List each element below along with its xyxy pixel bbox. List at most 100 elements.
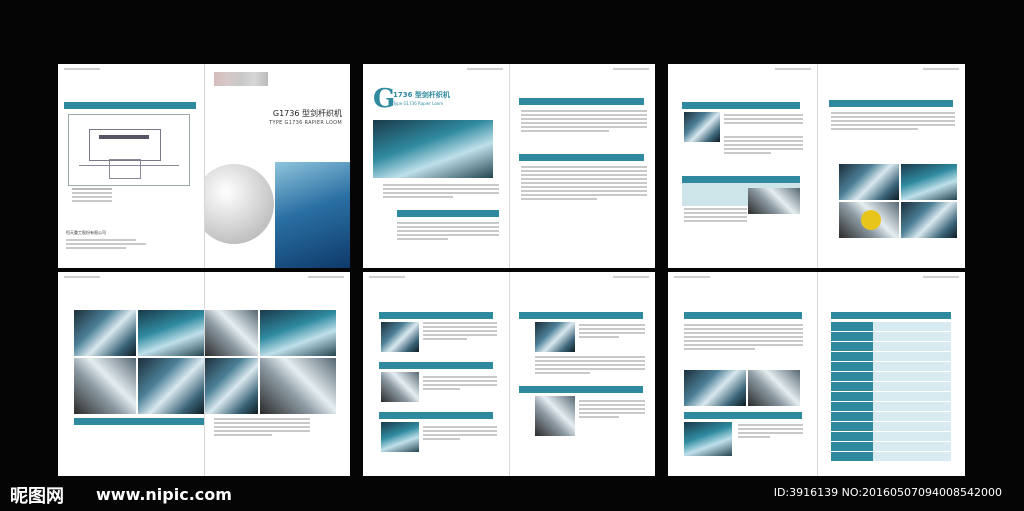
page-components-left xyxy=(363,272,509,476)
paragraph xyxy=(830,112,955,132)
company-name: 恒天重工股份有限公司 xyxy=(66,230,106,235)
motor-photo-3 xyxy=(838,202,899,238)
paragraph xyxy=(521,166,647,202)
section-bar xyxy=(379,312,493,319)
watermark-url: www.nipic.com xyxy=(96,485,232,504)
gallery-photo-8 xyxy=(260,358,336,414)
paragraph xyxy=(579,324,645,340)
page-back-cover: 恒天重工股份有限公司 xyxy=(58,64,204,268)
paragraph xyxy=(684,208,747,224)
watermark-logo: 昵图网 xyxy=(10,486,64,507)
spread-features xyxy=(668,64,965,268)
page-gallery-left xyxy=(58,272,204,476)
intro-paragraph-2 xyxy=(397,222,499,242)
spec-table xyxy=(72,188,112,204)
gallery-photo-1 xyxy=(74,310,136,356)
section-bar xyxy=(684,312,802,319)
page-features-left xyxy=(668,64,817,268)
page-specs-right xyxy=(817,272,966,476)
component-photo-3 xyxy=(381,422,419,452)
company-block: 恒天重工股份有限公司 xyxy=(66,230,196,251)
motor-photo-1 xyxy=(838,164,899,200)
header-rule xyxy=(308,276,344,278)
loom-photo xyxy=(373,120,493,178)
technical-drawing xyxy=(68,114,190,186)
spec-photo-1 xyxy=(684,370,746,406)
section-bar xyxy=(74,418,204,425)
spread-specs xyxy=(668,272,965,476)
spread-components xyxy=(363,272,655,476)
cover-title: G1736 型剑杆织机 xyxy=(272,109,342,118)
component-photo-5 xyxy=(535,396,575,436)
paragraph xyxy=(684,324,803,352)
section-bar xyxy=(682,176,800,183)
page-components-right xyxy=(509,272,655,476)
spine xyxy=(509,64,510,268)
header-rule xyxy=(613,68,649,70)
paragraph xyxy=(521,110,647,134)
gallery-photo-2 xyxy=(138,310,204,356)
spine xyxy=(816,272,818,476)
page-front-cover: G1736 型剑杆织机 TYPE G1736 RAPIER LOOM xyxy=(204,64,350,268)
component-photo-1 xyxy=(381,322,419,352)
spread-gallery xyxy=(58,272,350,476)
section-bar xyxy=(519,386,643,393)
component-photo-2 xyxy=(381,372,419,402)
header-rule xyxy=(64,68,100,70)
header-rule xyxy=(369,276,405,278)
header-rule xyxy=(613,276,649,278)
section-bar xyxy=(519,98,644,105)
cover-subtitle: TYPE G1736 RAPIER LOOM xyxy=(269,120,342,126)
paragraph xyxy=(423,322,497,342)
detail-photo xyxy=(748,188,800,214)
gallery-photo-3 xyxy=(74,358,136,414)
gallery-photo-7 xyxy=(204,358,258,414)
page-intro-left: G 1736 型剑杆织机 Type G1736 Rapier Loom xyxy=(363,64,509,268)
page-gallery-right xyxy=(204,272,350,476)
spread-intro: G 1736 型剑杆织机 Type G1736 Rapier Loom xyxy=(363,64,655,268)
control-panel-photo xyxy=(684,112,720,142)
motor-photo-4 xyxy=(900,202,957,238)
gallery-photo-6 xyxy=(260,310,336,356)
model-title-block: G 1736 型剑杆织机 Type G1736 Rapier Loom xyxy=(373,84,503,118)
section-bar xyxy=(379,362,493,369)
paragraph xyxy=(579,400,645,420)
section-bar xyxy=(64,102,196,109)
blurred-logo xyxy=(214,72,268,86)
header-rule xyxy=(674,276,710,278)
header-rule xyxy=(467,68,503,70)
page-specs-left xyxy=(668,272,817,476)
section-bar xyxy=(519,312,643,319)
page-intro-right xyxy=(509,64,655,268)
paragraph xyxy=(738,424,803,440)
globe-graphic xyxy=(204,164,274,244)
motor-photo-2 xyxy=(900,164,957,200)
spread-cover: 恒天重工股份有限公司 G1736 型剑杆织机 TYPE G1736 RAPIER… xyxy=(58,64,350,268)
section-bar xyxy=(519,154,644,161)
model-big-letter: G xyxy=(373,84,396,114)
spec-photo-3 xyxy=(684,422,732,456)
spine xyxy=(204,64,205,268)
header-rule xyxy=(64,276,100,278)
paragraph xyxy=(535,356,645,376)
model-title: 1736 型剑杆织机 xyxy=(393,91,450,99)
gallery-photo-5 xyxy=(204,310,258,356)
header-rule xyxy=(923,68,959,70)
header-rule xyxy=(923,276,959,278)
paragraph xyxy=(423,426,497,442)
section-bar xyxy=(828,100,953,107)
spine xyxy=(509,272,510,476)
screen: { "cover": { "title_cn": "G1736 型剑杆织机", … xyxy=(0,0,1024,511)
paragraph xyxy=(214,418,310,438)
spine xyxy=(816,64,818,268)
spec-table xyxy=(830,322,951,462)
watermark-id: ID:3916139 NO:20160507094008542000 xyxy=(773,486,1002,499)
section-bar xyxy=(397,210,499,217)
header-rule xyxy=(774,68,811,70)
paragraph xyxy=(423,376,497,392)
gallery-photo-4 xyxy=(138,358,204,414)
paragraph xyxy=(724,136,803,156)
page-features-right xyxy=(817,64,966,268)
blue-wave-panel xyxy=(275,162,350,268)
section-bar xyxy=(682,102,800,109)
